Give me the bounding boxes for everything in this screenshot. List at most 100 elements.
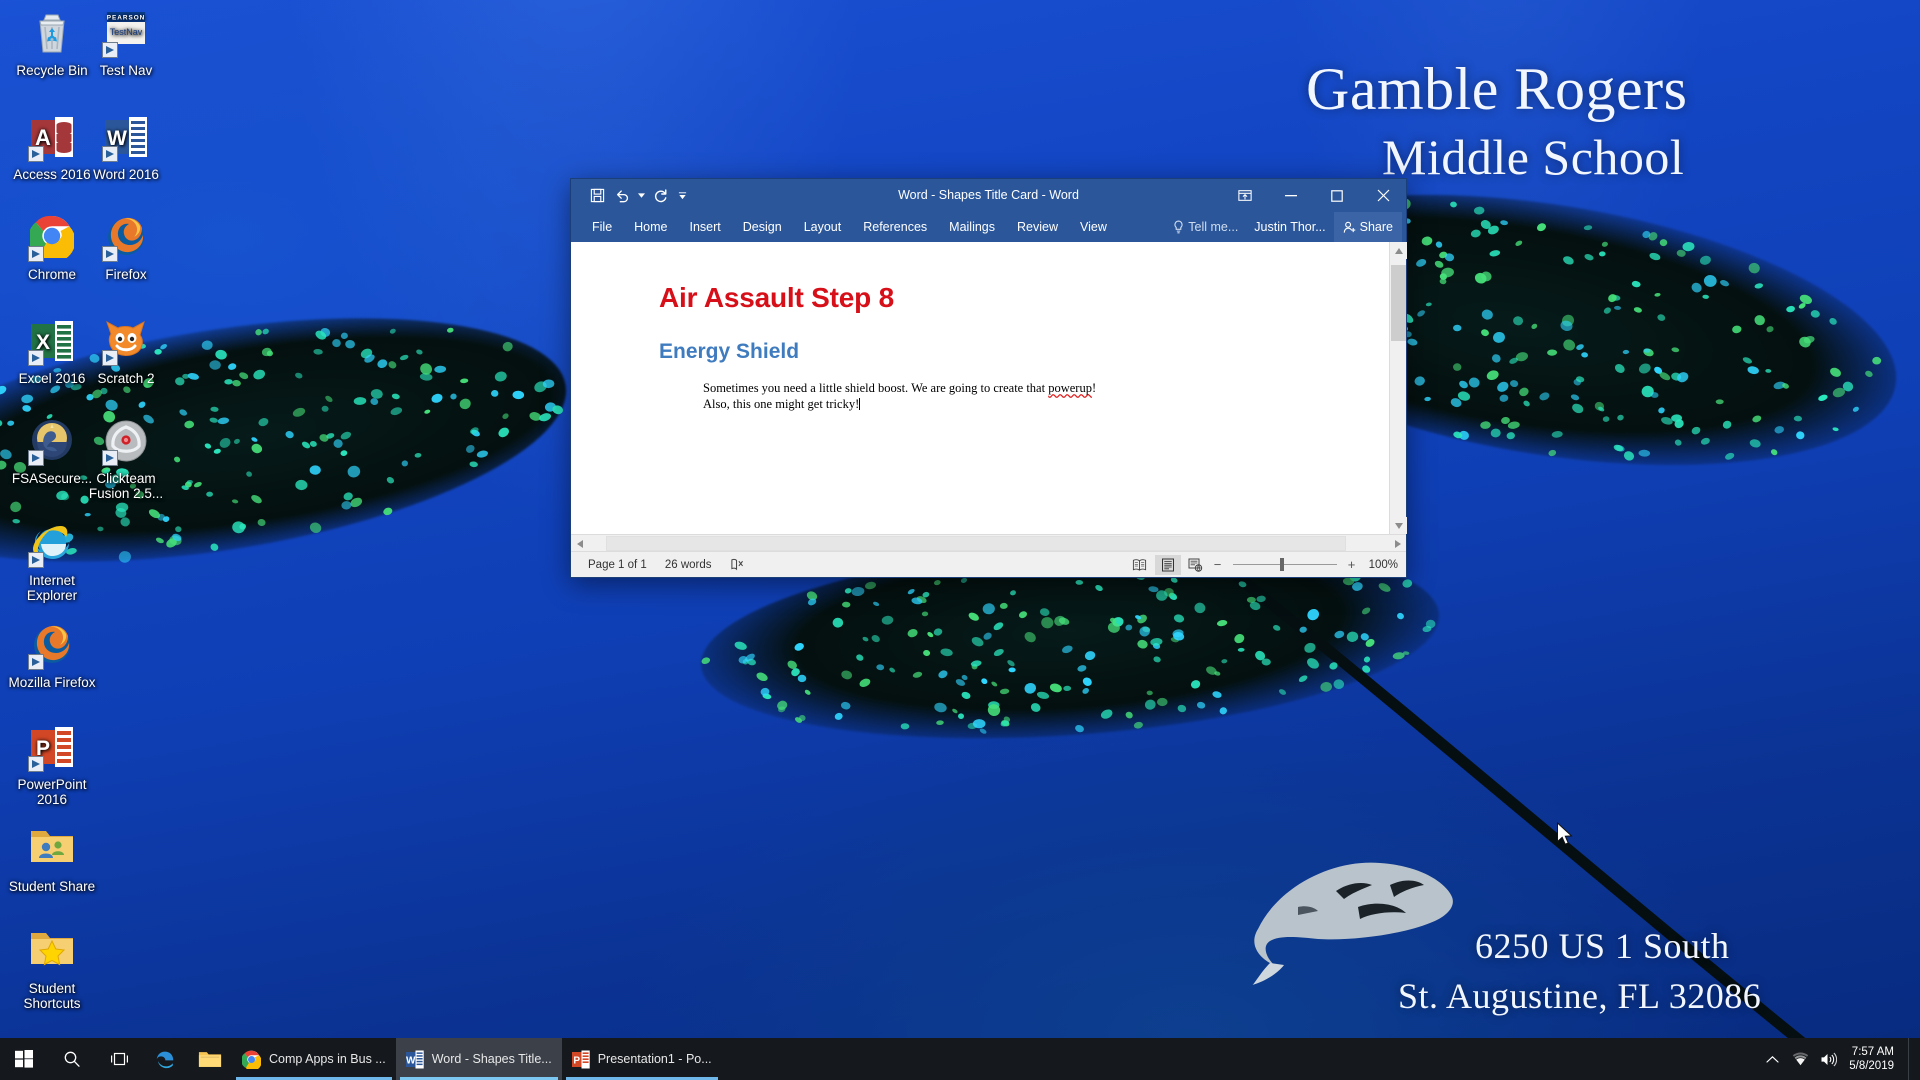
misspelled-word[interactable]: powerup (1048, 381, 1092, 395)
ribbon-tab-label: References (863, 220, 928, 234)
ribbon-right-group[interactable]: Tell me... Justin Thor... Share (1165, 212, 1406, 242)
ribbon-tab-design[interactable]: Design (732, 212, 793, 242)
ribbon-tab-references[interactable]: References (852, 212, 938, 242)
customize-quick-access-toolbar-button[interactable] (674, 184, 690, 208)
vertical-scroll-thumb[interactable] (1391, 265, 1406, 341)
zoom-in-button[interactable]: + (1345, 557, 1359, 572)
shortcut-overlay-icon (102, 246, 118, 262)
zoom-slider-handle[interactable] (1279, 557, 1284, 571)
taskbar-file-explorer-button[interactable] (188, 1038, 232, 1080)
word-title-bar[interactable]: Word - Shapes Title Card - Word (571, 179, 1406, 212)
web-layout-view-button[interactable] (1183, 555, 1209, 575)
ribbon-tab-insert[interactable]: Insert (679, 212, 732, 242)
access-icon: A (28, 114, 76, 162)
desktop-icon-clickteam-fusion-2-5[interactable]: Clickteam Fusion 2.5... (78, 418, 174, 501)
maximize-button[interactable] (1314, 179, 1360, 212)
ribbon-tab-bar[interactable]: File Home Insert Design Layout References Mail… (571, 212, 1406, 242)
desktop-icon-word-2016[interactable]: W Word 2016 (78, 114, 174, 182)
undo-button[interactable] (611, 184, 635, 208)
ribbon-tab-label: Layout (803, 220, 842, 234)
scroll-left-button[interactable] (571, 535, 588, 552)
ribbon-tab-layout[interactable]: Layout (793, 212, 853, 242)
close-button[interactable] (1360, 179, 1406, 212)
scroll-up-button[interactable] (1390, 242, 1407, 259)
desktop-icon-powerpoint-2016[interactable]: P PowerPoint 2016 (4, 724, 100, 807)
page-indicator[interactable]: Page 1 of 1 (579, 559, 656, 571)
desktop-icon-student-shortcuts[interactable]: Student Shortcuts (4, 928, 100, 1011)
status-bar[interactable]: Page 1 of 1 26 words − + 100% (571, 551, 1406, 577)
shortcut-overlay-icon (102, 350, 118, 366)
scratch-cat-icon (102, 318, 150, 366)
tell-me-search[interactable]: Tell me... (1165, 212, 1246, 242)
quick-access-toolbar[interactable] (571, 184, 690, 208)
window-controls[interactable] (1222, 179, 1406, 212)
school-logo-ray-icon (1252, 862, 1453, 985)
print-layout-view-button[interactable] (1154, 554, 1181, 575)
zoom-out-button[interactable]: − (1211, 557, 1225, 572)
vertical-scrollbar[interactable] (1389, 242, 1407, 534)
minimize-button[interactable] (1268, 179, 1314, 212)
desktop-icon-test-nav[interactable]: PEARSON TestNav Test Nav (78, 10, 174, 78)
shortcut-overlay-icon (28, 552, 44, 568)
taskbar-app-button[interactable]: P Presentation1 - Po... (562, 1038, 722, 1080)
desktop[interactable]: Gamble Rogers Middle School 6250 US 1 So… (0, 0, 1920, 1080)
ribbon-tab-label: Review (1017, 220, 1059, 234)
wallpaper-address-line1: 6250 US 1 South (1475, 926, 1730, 966)
share-button[interactable]: Share (1333, 212, 1402, 242)
mouse-cursor (1557, 822, 1573, 845)
desktop-icon-label: Student Share (8, 879, 96, 894)
speaker-icon[interactable] (1815, 1038, 1841, 1080)
desktop-icon-scratch-2[interactable]: Scratch 2 (78, 318, 174, 386)
ribbon-tab-mailings[interactable]: Mailings (938, 212, 1006, 242)
proofing-errors-icon[interactable] (721, 556, 753, 574)
search-icon[interactable] (48, 1038, 96, 1080)
document-canvas[interactable]: Air Assault Step 8 Energy Shield Sometim… (571, 242, 1389, 534)
ribbon-tab-file[interactable]: File (581, 212, 623, 242)
desktop-icon-student-share[interactable]: Student Share (4, 826, 100, 894)
word-window[interactable]: Word - Shapes Title Card - Word File Hom… (570, 178, 1407, 578)
horizontal-scroll-track[interactable] (588, 535, 1389, 551)
zoom-level-label[interactable]: 100% (1361, 559, 1398, 571)
taskbar-edge-button[interactable] (144, 1038, 188, 1080)
redo-button[interactable] (648, 184, 672, 208)
vertical-scroll-track[interactable] (1390, 259, 1406, 517)
read-mode-view-button[interactable] (1127, 555, 1153, 575)
ribbon-tab-label: Mailings (949, 220, 996, 234)
taskbar[interactable]: Comp Apps in Bus ... W Word - Shapes Tit… (0, 1038, 1920, 1080)
taskbar-app-button[interactable]: W Word - Shapes Title... (395, 1038, 562, 1080)
zoom-slider[interactable] (1232, 555, 1337, 575)
ribbon-tab-view[interactable]: View (1069, 212, 1118, 242)
desktop-icon-firefox[interactable]: Firefox (78, 214, 174, 282)
ribbon-tab-label: Home (634, 220, 668, 234)
save-button[interactable] (585, 184, 609, 208)
ribbon-tab-home[interactable]: Home (623, 212, 678, 242)
task-view-icon[interactable] (96, 1038, 144, 1080)
taskbar-running-apps[interactable]: Comp Apps in Bus ... W Word - Shapes Tit… (232, 1038, 722, 1080)
horizontal-scroll-thumb[interactable] (606, 536, 1346, 551)
shortcut-overlay-icon (28, 654, 44, 670)
desktop-icon-mozilla-firefox[interactable]: Mozilla Firefox (4, 622, 100, 690)
clickteam-fusion-icon (102, 418, 150, 466)
show-hidden-icons-button[interactable] (1759, 1038, 1785, 1080)
wifi-icon[interactable] (1787, 1038, 1813, 1080)
desktop-icon-label: Word 2016 (93, 167, 159, 182)
show-desktop-button[interactable] (1908, 1038, 1916, 1080)
scroll-right-button[interactable] (1389, 535, 1406, 552)
status-bar-right[interactable]: − + 100% (1127, 554, 1398, 575)
undo-dropdown-button[interactable] (637, 184, 646, 208)
taskbar-app-label: Word - Shapes Title... (431, 1052, 552, 1066)
ribbon-tab-review[interactable]: Review (1006, 212, 1069, 242)
document-page[interactable]: Air Assault Step 8 Energy Shield Sometim… (571, 242, 1389, 534)
scroll-down-button[interactable] (1390, 517, 1407, 534)
desktop-icon-internet-explorer[interactable]: Internet Explorer (4, 520, 100, 603)
document-body-text[interactable]: Sometimes you need a little shield boost… (659, 380, 1329, 412)
clock[interactable]: 7:57 AM 5/8/2019 (1843, 1045, 1906, 1073)
horizontal-scrollbar[interactable] (571, 534, 1406, 552)
start-button[interactable] (0, 1038, 48, 1080)
account-name[interactable]: Justin Thor... (1246, 212, 1333, 242)
ribbon-display-options-button[interactable] (1222, 179, 1268, 212)
taskbar-app-button[interactable]: Comp Apps in Bus ... (232, 1038, 396, 1080)
system-tray[interactable]: 7:57 AM 5/8/2019 (1759, 1038, 1920, 1080)
word-count[interactable]: 26 words (656, 559, 721, 571)
shortcut-overlay-icon (28, 756, 44, 772)
